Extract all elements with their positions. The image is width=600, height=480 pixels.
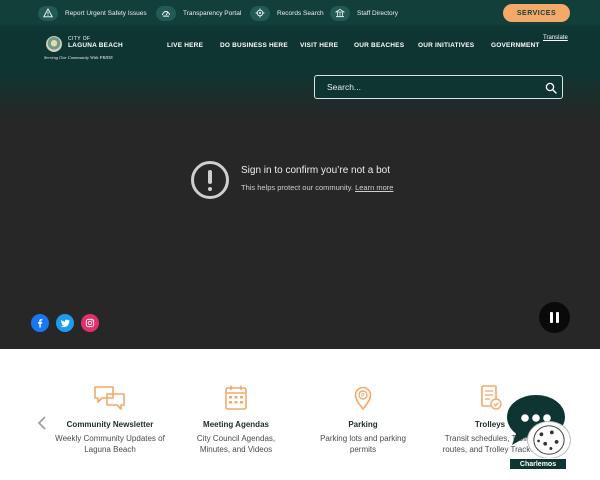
warning-icon: [38, 5, 58, 21]
main-header: CITY OF LAGUNA BEACH Serving Our Communi…: [0, 26, 600, 70]
logo-tagline: Serving Our Community With PRIDE: [44, 55, 113, 60]
pause-button[interactable]: [539, 302, 570, 333]
nav-our-beaches[interactable]: OUR BEACHES: [354, 42, 404, 49]
card-title: Meeting Agendas: [203, 420, 269, 429]
card-desc: City Council Agendas, Minutes, and Video…: [196, 434, 276, 454]
card-title: Parking: [348, 420, 378, 429]
records-search-label: Records Search: [277, 9, 324, 17]
twitter-icon: [60, 319, 70, 328]
bot-check-text: This helps protect our community.: [241, 183, 353, 192]
records-search-link[interactable]: Records Search: [250, 5, 324, 21]
chat-label[interactable]: Charlemos: [509, 458, 567, 470]
chat-avatar: [527, 421, 571, 459]
gauge-icon: [156, 5, 176, 21]
bot-check-subtitle: This helps protect our community. Learn …: [241, 183, 393, 192]
nav-do-business-here[interactable]: DO BUSINESS HERE: [220, 42, 288, 49]
instagram-button[interactable]: [81, 314, 99, 332]
logo-name-text: LAGUNA BEACH: [68, 42, 123, 49]
card-desc: Weekly Community Updates of Laguna Beach: [55, 434, 165, 454]
transparency-portal-label: Transparency Portal: [183, 9, 242, 17]
search-input[interactable]: [327, 80, 527, 94]
city-logo[interactable]: CITY OF LAGUNA BEACH Serving Our Communi…: [44, 34, 134, 64]
transparency-portal-link[interactable]: Transparency Portal: [156, 5, 241, 21]
facebook-icon: [38, 319, 43, 328]
document-check-icon: [481, 385, 502, 410]
report-safety-link[interactable]: Report Urgent Safety Issues: [38, 5, 147, 21]
nav-visit-here[interactable]: VISIT HERE: [300, 42, 338, 49]
nav-live-here[interactable]: LIVE HERE: [167, 42, 203, 49]
nav-our-initiatives[interactable]: OUR INITIATIVES: [418, 42, 474, 49]
report-safety-label: Report Urgent Safety Issues: [65, 9, 147, 17]
gear-icon: [250, 5, 270, 21]
card-desc: Parking lots and parking permits: [320, 434, 406, 454]
card-title: Community Newsletter: [66, 420, 154, 429]
quick-link-meeting-agendas[interactable]: Meeting Agendas City Council Agendas, Mi…: [181, 384, 291, 455]
translate-link[interactable]: Translate: [543, 35, 568, 41]
instagram-icon: [85, 318, 95, 328]
city-seal-icon: [46, 36, 62, 52]
twitter-button[interactable]: [56, 314, 74, 332]
staff-directory-label: Staff Directory: [357, 9, 399, 17]
bot-check-title: Sign in to confirm you’re not a bot: [241, 165, 390, 176]
quick-link-parking[interactable]: P Parking Parking lots and parking permi…: [308, 384, 418, 455]
services-button[interactable]: SERVICES: [503, 4, 570, 22]
learn-more-link[interactable]: Learn more: [355, 183, 393, 192]
staff-directory-link[interactable]: Staff Directory: [330, 5, 398, 21]
hero-video: Sign in to confirm you’re not a bot This…: [0, 70, 600, 349]
facebook-button[interactable]: [31, 314, 49, 332]
pause-icon: [550, 312, 553, 323]
quick-link-community-newsletter[interactable]: Community Newsletter Weekly Community Up…: [55, 384, 165, 455]
search-icon[interactable]: [545, 82, 557, 94]
calendar-icon: [225, 385, 247, 410]
search-box: [314, 75, 563, 99]
building-icon: [330, 5, 350, 21]
exclamation-circle-icon: [191, 161, 229, 199]
pause-icon-bar: [556, 312, 559, 323]
parking-pin-icon: P: [354, 386, 372, 411]
utility-bar: Report Urgent Safety Issues Transparency…: [0, 0, 600, 26]
nav-government[interactable]: GOVERNMENT: [491, 42, 540, 49]
carousel-prev-icon[interactable]: [36, 415, 48, 431]
chat-bubbles-icon: [94, 386, 125, 410]
